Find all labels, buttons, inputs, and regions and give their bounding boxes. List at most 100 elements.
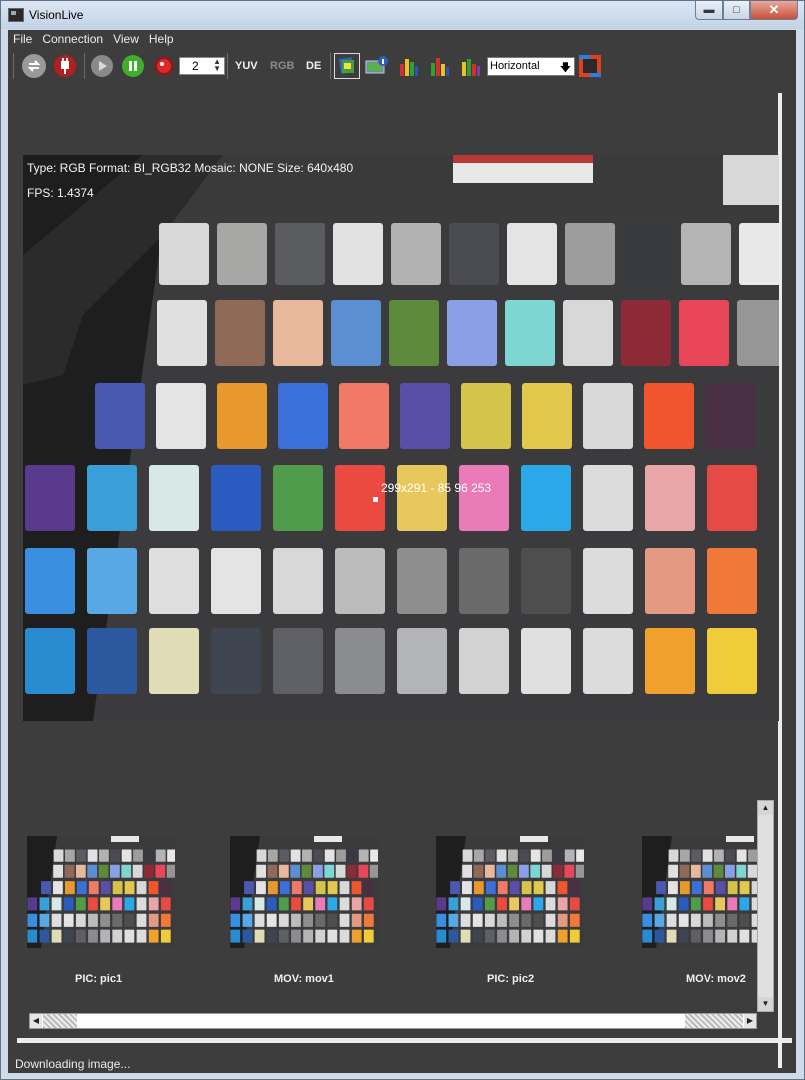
de-button[interactable]: DE <box>306 60 321 72</box>
close-button[interactable]: ✕ <box>750 1 798 20</box>
monitor-info-button[interactable] <box>365 54 389 78</box>
scroll-left-icon[interactable]: ◀ <box>30 1014 42 1028</box>
color-patch <box>290 864 301 878</box>
thumbnail[interactable] <box>436 836 584 948</box>
color-patch <box>530 864 541 878</box>
color-patch <box>545 897 556 911</box>
color-patch <box>678 897 689 911</box>
color-patch <box>256 881 266 895</box>
color-patch <box>148 913 159 927</box>
color-patch <box>315 897 326 911</box>
gallery-vertical-scrollbar[interactable]: ▲ ▼ <box>757 800 774 1012</box>
menu-file[interactable]: File <box>8 30 37 48</box>
thumbnail-image <box>436 836 584 948</box>
color-patch <box>679 300 729 366</box>
maximize-button[interactable]: □ <box>723 1 750 20</box>
yuv-button[interactable]: YUV <box>235 60 258 72</box>
title-bar[interactable]: VisionLive ▬ □ ✕ <box>1 1 804 29</box>
pause-button[interactable] <box>121 54 145 78</box>
color-patch <box>215 300 265 366</box>
color-patch <box>462 881 472 895</box>
disconnect-button[interactable] <box>53 54 77 78</box>
color-patch <box>63 929 74 943</box>
color-patch <box>327 913 338 927</box>
color-patch <box>681 223 731 285</box>
color-patch <box>110 864 120 878</box>
menu-connection[interactable]: Connection <box>37 30 108 48</box>
color-patch <box>645 628 695 694</box>
color-patch <box>545 913 556 927</box>
color-patch <box>159 223 209 285</box>
color-patch <box>565 223 615 285</box>
color-patch <box>136 897 147 911</box>
rgb-button[interactable]: RGB <box>270 60 294 72</box>
play-button[interactable] <box>90 54 114 78</box>
splitter-handle[interactable] <box>17 1038 792 1043</box>
color-patch <box>715 881 726 895</box>
color-patch <box>53 849 64 862</box>
color-patch <box>99 849 109 862</box>
histogram-button-3[interactable] <box>459 54 483 78</box>
minimize-button[interactable]: ▬ <box>695 1 723 20</box>
color-patch <box>509 897 520 911</box>
scroll-thumb[interactable] <box>43 1014 77 1028</box>
color-patch <box>496 849 507 862</box>
record-button[interactable] <box>152 54 176 78</box>
scroll-down-icon[interactable]: ▼ <box>758 997 773 1011</box>
thumbnail[interactable] <box>230 836 378 948</box>
spinner-arrows-icon[interactable]: ▲ ▼ <box>213 58 221 73</box>
color-patch <box>522 383 572 449</box>
color-patch <box>121 849 132 862</box>
color-picture-button[interactable] <box>334 53 360 79</box>
color-patch <box>521 913 532 927</box>
color-patch <box>668 849 679 862</box>
color-patch <box>557 913 568 927</box>
thumbnail[interactable] <box>642 836 758 948</box>
color-patch <box>64 864 75 878</box>
color-patch <box>448 897 459 911</box>
histogram-button-1[interactable] <box>397 54 421 78</box>
color-patch <box>725 849 736 862</box>
orientation-select[interactable]: Horizontal 🡇 <box>487 57 575 76</box>
histogram-button-2[interactable] <box>428 54 452 78</box>
color-patch <box>727 913 738 927</box>
scroll-up-icon[interactable]: ▲ <box>758 801 773 815</box>
menu-view[interactable]: View <box>108 30 144 48</box>
color-patch <box>98 864 109 878</box>
pixel-readout: 299x291 - 85 96 253 <box>381 481 492 495</box>
color-patch <box>678 913 689 927</box>
color-patch <box>583 383 633 449</box>
app-icon <box>8 8 24 22</box>
color-patch <box>266 897 277 911</box>
color-patch <box>51 929 62 943</box>
color-patch <box>484 929 495 943</box>
color-patch <box>95 383 145 449</box>
snapshot-gallery: PIC: pic1 MOV: mov1 PIC: pic2 MOV: mov2 <box>22 800 770 1010</box>
scroll-right-icon[interactable]: ▶ <box>744 1014 756 1028</box>
refresh-button[interactable] <box>22 54 46 78</box>
menu-help[interactable]: Help <box>144 30 179 48</box>
frame-count-spinner[interactable]: 2 ▲ ▼ <box>179 57 225 75</box>
color-patch <box>533 897 544 911</box>
color-patch <box>739 223 779 285</box>
live-image-viewer[interactable]: Type: RGB Format: BI_RGB32 Mosaic: NONE … <box>23 155 779 721</box>
color-patch <box>545 881 556 895</box>
fps-text: FPS: 1.4374 <box>27 186 94 200</box>
color-patch <box>727 929 738 943</box>
gallery-horizontal-scrollbar[interactable]: ◀ ▶ <box>29 1013 757 1029</box>
color-patch <box>124 897 135 911</box>
record-icon <box>154 56 174 76</box>
color-patch <box>668 864 679 878</box>
color-patch <box>278 864 289 878</box>
scroll-thumb[interactable] <box>685 1014 743 1028</box>
status-bar-text: Downloading image... <box>15 1057 131 1071</box>
color-patch <box>339 383 389 449</box>
play-icon <box>91 55 113 77</box>
color-patch <box>703 881 714 895</box>
color-patch <box>313 849 324 862</box>
layout-button[interactable] <box>578 54 602 78</box>
color-patch <box>656 881 666 895</box>
thumbnail[interactable] <box>27 836 175 948</box>
color-patch <box>569 913 580 927</box>
color-patch <box>462 864 473 878</box>
